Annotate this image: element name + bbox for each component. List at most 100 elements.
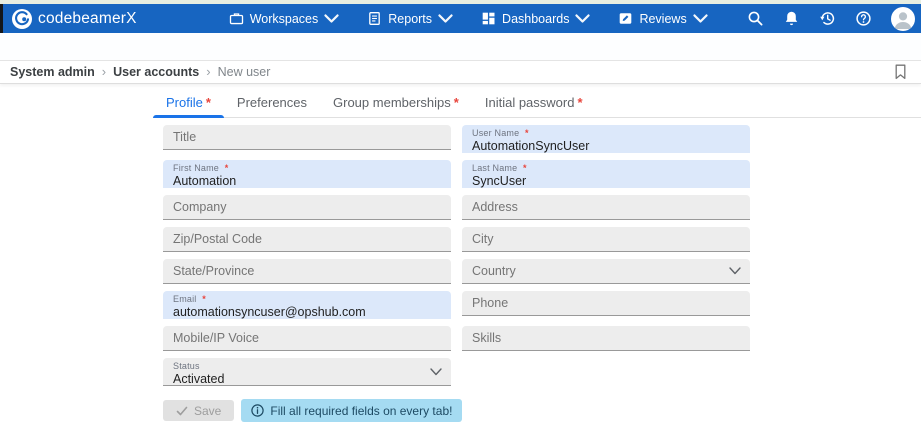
save-button[interactable]: Save xyxy=(163,400,234,421)
toolbar-spacer-strip xyxy=(0,33,921,60)
tab-label: Preferences xyxy=(237,95,307,110)
search-icon[interactable] xyxy=(747,10,764,27)
field-placeholder: Title xyxy=(173,130,196,144)
field-placeholder: Zip/Postal Code xyxy=(173,232,262,246)
reviews-icon xyxy=(618,11,633,26)
field-placeholder: Phone xyxy=(472,296,508,310)
required-asterisk: * xyxy=(206,95,211,110)
reports-icon xyxy=(367,11,382,26)
nav-item-label: Workspaces xyxy=(250,12,319,26)
required-fields-info: Fill all required fields on every tab! xyxy=(241,399,462,422)
field-placeholder: Mobile/IP Voice xyxy=(173,331,259,345)
brand-home-link[interactable]: codebeamerX xyxy=(12,9,137,29)
field-value: Automation xyxy=(173,174,441,188)
nav-item-dashboards[interactable]: Dashboards xyxy=(467,4,604,33)
tab-label: Initial password xyxy=(485,95,575,110)
last-name-field[interactable]: Last Name *SyncUser xyxy=(462,160,750,188)
state-province-field[interactable]: State/Province xyxy=(163,259,451,284)
field-label: Email * xyxy=(173,294,441,304)
chevron-down-icon xyxy=(438,11,453,26)
field-placeholder: Country xyxy=(472,264,516,278)
form-actions: Save Fill all required fields on every t… xyxy=(163,399,921,422)
required-asterisk: * xyxy=(202,294,206,304)
breadcrumb-item[interactable]: User accounts xyxy=(113,65,199,79)
nav-item-label: Reviews xyxy=(639,12,686,26)
address-field[interactable]: Address xyxy=(462,195,750,220)
skills-field[interactable]: Skills xyxy=(462,326,750,351)
tab-preferences[interactable]: Preferences xyxy=(224,89,320,117)
notifications-icon[interactable] xyxy=(783,10,800,27)
field-placeholder: Company xyxy=(173,200,227,214)
required-asterisk: * xyxy=(577,95,582,110)
form-spacer xyxy=(462,358,750,359)
tab-bar: Profile*PreferencesGroup memberships*Ini… xyxy=(153,89,921,118)
field-placeholder: City xyxy=(472,232,494,246)
chevron-down-icon xyxy=(575,11,590,26)
tab-label: Profile xyxy=(166,95,203,110)
required-asterisk: * xyxy=(225,163,229,173)
chevron-down-icon xyxy=(430,368,442,376)
save-button-label: Save xyxy=(194,404,221,418)
tab-group-memberships[interactable]: Group memberships* xyxy=(320,89,472,117)
avatar[interactable] xyxy=(891,7,915,31)
field-value: automationsyncuser@opshub.com xyxy=(173,305,441,319)
nav-item-label: Reports xyxy=(388,12,432,26)
field-label: Status xyxy=(173,361,441,371)
check-icon xyxy=(176,405,188,417)
nav-item-workspaces[interactable]: Workspaces xyxy=(215,4,354,33)
field-value: SyncUser xyxy=(472,174,740,188)
app-bar: codebeamerX Workspaces Reports Dashboards R… xyxy=(0,4,921,33)
breadcrumb: System admin › User accounts › New user xyxy=(0,60,921,84)
history-icon[interactable] xyxy=(819,10,836,27)
help-icon[interactable] xyxy=(855,10,872,27)
profile-form: TitleUser Name *AutomationSyncUserFirst … xyxy=(163,125,750,386)
country-field[interactable]: Country xyxy=(462,259,750,284)
field-label: Last Name * xyxy=(472,163,740,173)
breadcrumb-item: New user xyxy=(218,65,271,79)
field-value: Activated xyxy=(173,372,441,386)
tab-label: Group memberships xyxy=(333,95,451,110)
chevron-down-icon xyxy=(324,11,339,26)
breadcrumb-items: System admin › User accounts › New user xyxy=(10,63,270,81)
email-field[interactable]: Email *automationsyncuser@opshub.com xyxy=(163,291,451,319)
field-placeholder: Skills xyxy=(472,331,501,345)
appbar-right-actions xyxy=(747,7,921,31)
breadcrumb-separator: › xyxy=(206,64,210,79)
brand-title: codebeamerX xyxy=(38,10,137,28)
city-field[interactable]: City xyxy=(462,227,750,252)
tab-profile[interactable]: Profile* xyxy=(153,89,224,117)
workspaces-icon xyxy=(229,11,244,26)
zip-postal-code-field[interactable]: Zip/Postal Code xyxy=(163,227,451,252)
info-message: Fill all required fields on every tab! xyxy=(270,404,452,418)
dashboards-icon xyxy=(481,11,496,26)
status-field[interactable]: StatusActivated xyxy=(163,358,451,386)
bookmark-icon[interactable] xyxy=(894,64,907,80)
field-placeholder: Address xyxy=(472,200,518,214)
breadcrumb-item[interactable]: System admin xyxy=(10,65,95,79)
required-asterisk: * xyxy=(454,95,459,110)
window-left-edge xyxy=(0,4,3,33)
main-nav: Workspaces Reports Dashboards Reviews xyxy=(215,4,722,33)
info-icon xyxy=(251,404,264,417)
tab-initial-password[interactable]: Initial password* xyxy=(472,89,596,117)
field-label: User Name * xyxy=(472,128,740,138)
chevron-down-icon xyxy=(729,267,741,275)
mobile-ip-voice-field[interactable]: Mobile/IP Voice xyxy=(163,326,451,351)
company-field[interactable]: Company xyxy=(163,195,451,220)
chevron-down-icon xyxy=(693,11,708,26)
field-placeholder: State/Province xyxy=(173,264,254,278)
field-label: First Name * xyxy=(173,163,441,173)
nav-item-label: Dashboards xyxy=(502,12,569,26)
nav-item-reports[interactable]: Reports xyxy=(353,4,467,33)
nav-item-reviews[interactable]: Reviews xyxy=(604,4,721,33)
title-field[interactable]: Title xyxy=(163,125,451,150)
user-name-field[interactable]: User Name *AutomationSyncUser xyxy=(462,125,750,153)
codebeamer-logo-icon xyxy=(12,9,32,29)
breadcrumb-separator: › xyxy=(102,64,106,79)
avatar-person-icon xyxy=(891,7,915,31)
first-name-field[interactable]: First Name *Automation xyxy=(163,160,451,188)
required-asterisk: * xyxy=(523,163,527,173)
field-value: AutomationSyncUser xyxy=(472,139,740,153)
required-asterisk: * xyxy=(525,128,529,138)
phone-field[interactable]: Phone xyxy=(462,291,750,316)
